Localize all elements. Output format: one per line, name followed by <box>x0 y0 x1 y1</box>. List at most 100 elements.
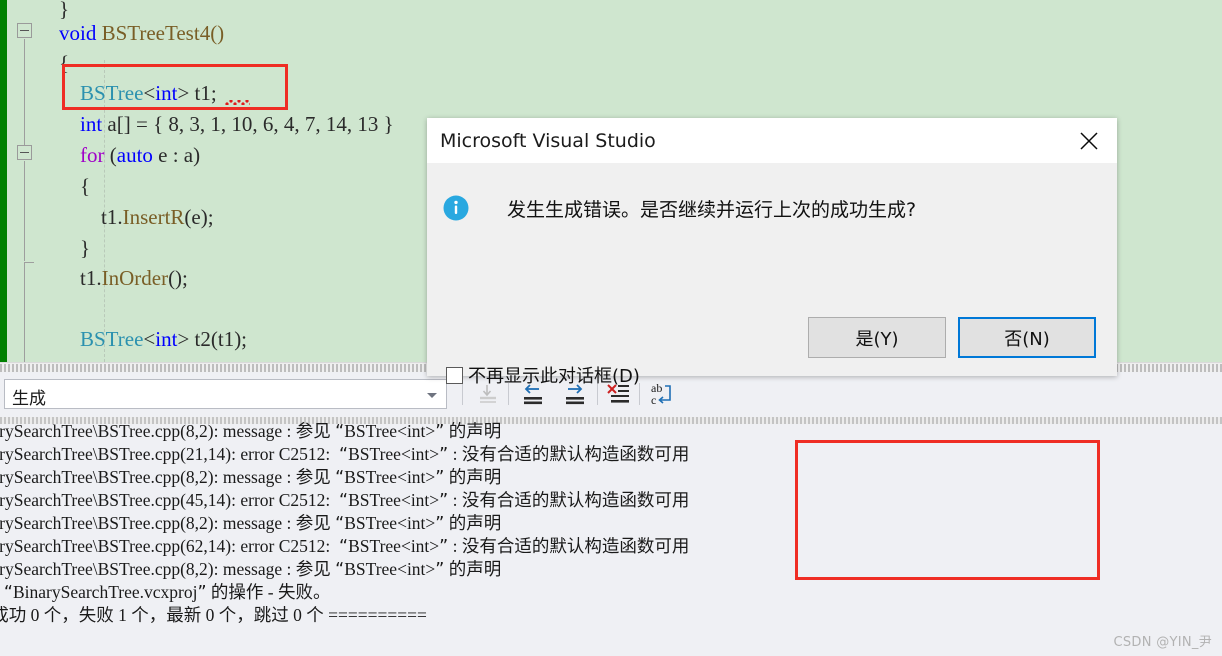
output-text-run: “ <box>335 468 345 488</box>
output-text-run: BSTree<int> <box>344 559 436 579</box>
code-token: ( <box>104 143 117 167</box>
output-text-run: : <box>448 536 462 556</box>
output-text-run: BSTree<int> <box>344 467 436 487</box>
output-text-run: 成功 <box>0 606 27 626</box>
code-token: t1. <box>59 205 123 229</box>
output-line[interactable]: 代码仓库\cpp-programming\BinarySearchTree\BS… <box>0 535 689 559</box>
output-line[interactable]: 代码仓库\cpp-programming\BinarySearchTree\BS… <box>0 558 501 582</box>
info-icon <box>443 195 469 221</box>
output-text-run: “ <box>335 514 345 534</box>
dialog-message: 发生生成错误。是否继续并运行上次的成功生成? <box>507 199 917 221</box>
output-text-run: ” <box>435 514 445 534</box>
code-line: t1.InsertR(e); <box>59 202 214 233</box>
output-text-run: “ <box>335 560 345 580</box>
output-text-run: \cpp-programming\BinarySearchTree\BSTree… <box>0 467 292 487</box>
output-line[interactable]: 目 “BinarySearchTree.vcxproj” 的操作 - 失败。 <box>0 581 331 605</box>
output-text-run: 个 <box>306 606 324 626</box>
output-text-run: 没有合适的默认构造函数可用 <box>461 445 690 465</box>
output-line[interactable]: 代码仓库\cpp-programming\BinarySearchTree\BS… <box>0 466 501 490</box>
vs-window: } void BSTreeTest4(){ BSTree<int> t1; int… <box>0 0 1222 656</box>
output-text-run: 的操作 <box>210 583 264 603</box>
word-wrap-icon[interactable]: ab c <box>645 378 679 410</box>
output-text-run: “ <box>339 445 349 465</box>
code-token: void <box>59 21 102 45</box>
code-token: < <box>143 327 156 351</box>
chevron-down-icon[interactable] <box>427 393 437 398</box>
output-text-run: BinarySearchTree.vcxproj <box>12 582 198 602</box>
dialog-body: 发生生成错误。是否继续并运行上次的成功生成? 是(Y) 否(N) 不再显示此对话… <box>427 163 1117 387</box>
output-text-run: 个，最新 <box>131 606 202 626</box>
output-window: 生成 ab c rySearchTree\BSTree.cpp(8,2): me… <box>0 372 1222 656</box>
code-token: > t2(t1); <box>177 327 248 351</box>
output-text-run: 个，跳过 <box>218 606 289 626</box>
output-text-run: BSTree<int> <box>348 490 440 510</box>
code-line: t1.InOrder(); <box>59 263 188 294</box>
code-token: (); <box>168 266 188 290</box>
yes-button[interactable]: 是(Y) <box>808 317 946 358</box>
output-text-run: \cpp-programming\BinarySearchTree\BSTree… <box>0 490 331 510</box>
output-line[interactable]: 代码仓库\cpp-programming\BinarySearchTree\BS… <box>0 489 689 513</box>
output-text-run: ” <box>439 445 449 465</box>
output-text-run: BSTree<int> <box>344 421 436 441</box>
no-button[interactable]: 否(N) <box>958 317 1096 358</box>
output-text-run: 没有合适的默认构造函数可用 <box>461 491 690 511</box>
code-line: void BSTreeTest4() <box>59 18 224 49</box>
output-text-run: 参见 <box>295 422 331 442</box>
code-token: { <box>59 174 91 198</box>
output-text-run: ” <box>439 491 449 511</box>
output-text-run: \cpp-programming\BinarySearchTree\BSTree… <box>0 444 331 464</box>
output-text-run: 0 <box>26 605 44 625</box>
code-token: int <box>80 112 103 136</box>
output-line[interactable]: 代码仓库\cpp-programming\BinarySearchTree\BS… <box>0 420 501 444</box>
output-text-run: 的声明 <box>448 514 502 534</box>
output-source-dropdown[interactable]: 生成 <box>4 379 447 409</box>
close-icon[interactable] <box>1061 118 1117 163</box>
output-text-run: 0 <box>201 605 219 625</box>
output-line[interactable]: 代码仓库\cpp-programming\BinarySearchTree\BS… <box>0 512 501 536</box>
output-text-run: “ <box>3 583 13 603</box>
output-text-run: 0 <box>288 605 307 625</box>
code-line: { <box>59 171 90 202</box>
code-line: BSTree<int> t2(t1); <box>59 324 247 355</box>
output-text-run: BSTree<int> <box>348 444 440 464</box>
output-source-value: 生成 <box>12 389 46 409</box>
code-token: int <box>155 327 178 351</box>
output-line[interactable]: 代码仓库\cpp-programming\BinarySearchTree\BS… <box>0 443 689 467</box>
output-text-run: ” <box>197 583 207 603</box>
output-text-run: \cpp-programming\BinarySearchTree\BSTree… <box>0 536 331 556</box>
code-token: auto <box>116 143 153 167</box>
code-line: int a[] = { 8, 3, 1, 10, 6, 4, 7, 14, 13… <box>59 109 394 140</box>
output-text-run: : <box>448 444 462 464</box>
code-token: t1. <box>59 266 102 290</box>
output-text-run: ” <box>435 468 445 488</box>
dialog-title: Microsoft Visual Studio <box>440 130 656 152</box>
output-text-run: BSTree<int> <box>348 536 440 556</box>
output-text-run: 没有合适的默认构造函数可用 <box>461 537 690 557</box>
output-text-run: “ <box>339 491 349 511</box>
checkbox-box[interactable] <box>446 366 463 384</box>
output-text-run: ” <box>435 422 445 442</box>
output-text-area[interactable]: 代码仓库\cpp-programming\BinarySearchTree\BS… <box>0 417 1222 656</box>
output-text-run: 的声明 <box>448 560 502 580</box>
output-text-run: “ <box>339 537 349 557</box>
output-text-run: ========== <box>323 605 427 625</box>
build-error-dialog: Microsoft Visual Studio 发生生成错误。是否继续并运行上次… <box>427 118 1117 387</box>
output-text-run: ” <box>435 560 445 580</box>
code-token: } <box>59 236 91 260</box>
code-token: a[] = { 8, 3, 1, 10, 6, 4, 7, 14, 13 } <box>102 112 394 136</box>
code-token: for <box>80 143 105 167</box>
code-line: for (auto e : a) <box>59 140 200 171</box>
watermark-label: CSDN @YIN_尹 <box>1113 635 1212 650</box>
output-line[interactable]: : 成功 0 个，失败 1 个，最新 0 个，跳过 0 个 ========== <box>0 604 427 628</box>
code-line: } <box>59 233 90 264</box>
dont-show-again-checkbox[interactable]: 不再显示此对话框(D) <box>446 363 640 387</box>
output-text-run: 参见 <box>295 514 331 534</box>
output-text-run: 参见 <box>295 560 331 580</box>
output-text-run: \cpp-programming\BinarySearchTree\BSTree… <box>0 559 292 579</box>
code-token: BSTree <box>80 327 144 351</box>
code-token: (e); <box>184 205 214 229</box>
output-text-run: BSTree<int> <box>344 513 436 533</box>
